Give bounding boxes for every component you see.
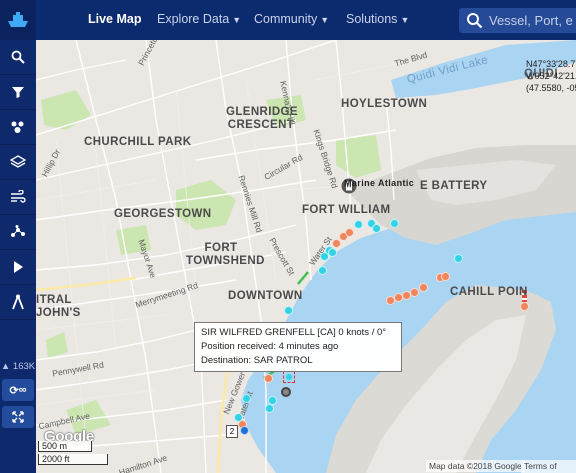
vessel-marker[interactable] bbox=[265, 404, 274, 413]
district-label: DOWNTOWN bbox=[228, 290, 303, 302]
sidebar-weather-button[interactable] bbox=[0, 110, 36, 145]
longitude-text: W052°42'21. bbox=[526, 71, 576, 81]
vessel-marker[interactable] bbox=[520, 302, 529, 311]
nav-live-map[interactable]: Live Map bbox=[88, 12, 142, 26]
sidebar-wind-button[interactable] bbox=[0, 180, 36, 215]
wind-icon bbox=[11, 190, 26, 203]
district-label: GEORGESTOWN bbox=[114, 208, 212, 220]
vessel-marker[interactable] bbox=[284, 306, 293, 315]
chevron-down-icon: ▼ bbox=[400, 15, 410, 25]
nav-explore-data[interactable]: Explore Data ▼ bbox=[157, 12, 241, 26]
filter-icon bbox=[12, 87, 24, 98]
search-box[interactable] bbox=[459, 8, 576, 33]
district-label: FORT WILLIAM bbox=[302, 204, 391, 216]
fullscreen-icon bbox=[12, 411, 24, 423]
vessel-marker[interactable] bbox=[386, 296, 395, 305]
scale-feet: 2000 ft bbox=[38, 454, 108, 465]
district-label: HOYLESTOWN bbox=[341, 98, 428, 110]
search-icon[interactable] bbox=[466, 12, 483, 29]
popup-destination: Destination: SAR PATROL bbox=[201, 355, 313, 366]
chevron-down-icon: ▼ bbox=[320, 15, 330, 25]
nav-explore-data-label: Explore Data bbox=[157, 12, 230, 26]
sidebar-filter-button[interactable] bbox=[0, 75, 36, 110]
sidebar-layers-button[interactable] bbox=[0, 145, 36, 180]
terms-link[interactable]: Terms of Use bbox=[521, 460, 576, 473]
vessel-marker[interactable] bbox=[242, 394, 251, 403]
poi-marine-atlantic[interactable]: Marine Atlantic bbox=[341, 178, 415, 194]
infinite-scroll-toggle[interactable]: ⟳ ∞ bbox=[2, 379, 34, 401]
vessel-marker[interactable] bbox=[240, 426, 249, 435]
vessel-marker[interactable] bbox=[441, 272, 450, 281]
sidebar-play-button[interactable] bbox=[0, 250, 36, 285]
district-label-text: ITRAL JOHN'S bbox=[36, 294, 81, 319]
nav-solutions-label: Solutions bbox=[346, 12, 398, 26]
vessel-marker[interactable] bbox=[454, 254, 463, 263]
left-toolbar: ▲ 163K ⟳ ∞ bbox=[0, 40, 36, 473]
vessel-marker[interactable] bbox=[318, 266, 327, 275]
vessel-marker[interactable] bbox=[390, 219, 399, 228]
vessel-info-popup[interactable]: SIR WILFRED GRENFELL [CA] 0 knots / 0° P… bbox=[194, 322, 402, 372]
vessel-marker[interactable] bbox=[264, 374, 273, 383]
map-basemap bbox=[36, 40, 576, 473]
search-input[interactable] bbox=[489, 11, 573, 29]
ship-logo-icon bbox=[8, 12, 28, 27]
top-navigation-bar: Live Map Explore Data ▼ Community ▼ Soluti… bbox=[0, 0, 576, 40]
weather-icon bbox=[11, 121, 24, 133]
infinite-label: ∞ bbox=[18, 384, 27, 396]
vessel-marker[interactable] bbox=[328, 248, 337, 257]
ship-count-icon: ▲ bbox=[0, 361, 11, 372]
decimal-coordinates: (47.5580, -05 bbox=[526, 83, 576, 93]
vessel-marker[interactable] bbox=[345, 228, 354, 237]
vessel-marker[interactable] bbox=[332, 239, 341, 248]
vessel-marker[interactable] bbox=[402, 291, 411, 300]
district-label: CHURCHILL PARK bbox=[84, 136, 192, 148]
vessel-cluster-marker[interactable] bbox=[281, 387, 291, 397]
logo[interactable] bbox=[0, 0, 36, 40]
layers-icon bbox=[10, 155, 26, 168]
latitude-text: N47°33'28.77 bbox=[526, 59, 576, 69]
popup-title: SIR WILFRED GRENFELL [CA] 0 knots / 0° bbox=[201, 327, 387, 338]
network-icon bbox=[11, 225, 25, 237]
search-icon bbox=[11, 50, 25, 64]
vessel-marker[interactable] bbox=[419, 283, 428, 292]
measure-icon bbox=[12, 294, 24, 310]
route-shield: 2 bbox=[226, 425, 238, 438]
map-attribution: Map data ©2018 Google bbox=[426, 460, 525, 472]
vessel-marker[interactable] bbox=[354, 220, 363, 229]
nav-community[interactable]: Community ▼ bbox=[254, 12, 329, 26]
district-label: FORT TOWNSHEND bbox=[186, 242, 265, 268]
refresh-icon: ⟳ bbox=[9, 384, 19, 397]
map-scale: 500 m 2000 ft bbox=[38, 441, 108, 469]
sidebar-network-button[interactable] bbox=[0, 215, 36, 250]
sidebar-measure-button[interactable] bbox=[0, 285, 36, 320]
district-label: E BATTERY bbox=[420, 180, 488, 192]
live-map[interactable]: Quidi Vidi Lake GLENRIDGE CRESCENT HOYLE… bbox=[36, 40, 576, 473]
vessel-marker[interactable] bbox=[394, 293, 403, 302]
vessel-count-value: 163K bbox=[12, 361, 36, 372]
fullscreen-button[interactable] bbox=[2, 406, 34, 428]
district-label-text: FORT TOWNSHEND bbox=[186, 242, 265, 267]
play-icon bbox=[14, 261, 23, 273]
nav-solutions[interactable]: Solutions ▼ bbox=[346, 12, 409, 26]
vessel-marker[interactable] bbox=[372, 224, 381, 233]
popup-position: Position received: 4 minutes ago bbox=[201, 341, 339, 352]
scale-meters: 500 m bbox=[38, 441, 92, 452]
sidebar-search-button[interactable] bbox=[0, 40, 36, 75]
selected-vessel-marker[interactable] bbox=[283, 371, 295, 383]
coordinates-readout: N47°33'28.77 W052°42'21. (47.5580, -05 bbox=[526, 58, 576, 94]
vessel-count: ▲ 163K bbox=[0, 361, 36, 379]
poi-label: Marine Atlantic bbox=[344, 178, 415, 188]
nav-community-label: Community bbox=[254, 12, 318, 26]
vessel-marker[interactable] bbox=[410, 288, 419, 297]
selected-vessel-dot bbox=[286, 374, 292, 380]
chevron-down-icon: ▼ bbox=[232, 15, 242, 25]
district-label: CAHILL POIN bbox=[450, 286, 528, 298]
district-label: ITRAL JOHN'S bbox=[36, 294, 84, 320]
